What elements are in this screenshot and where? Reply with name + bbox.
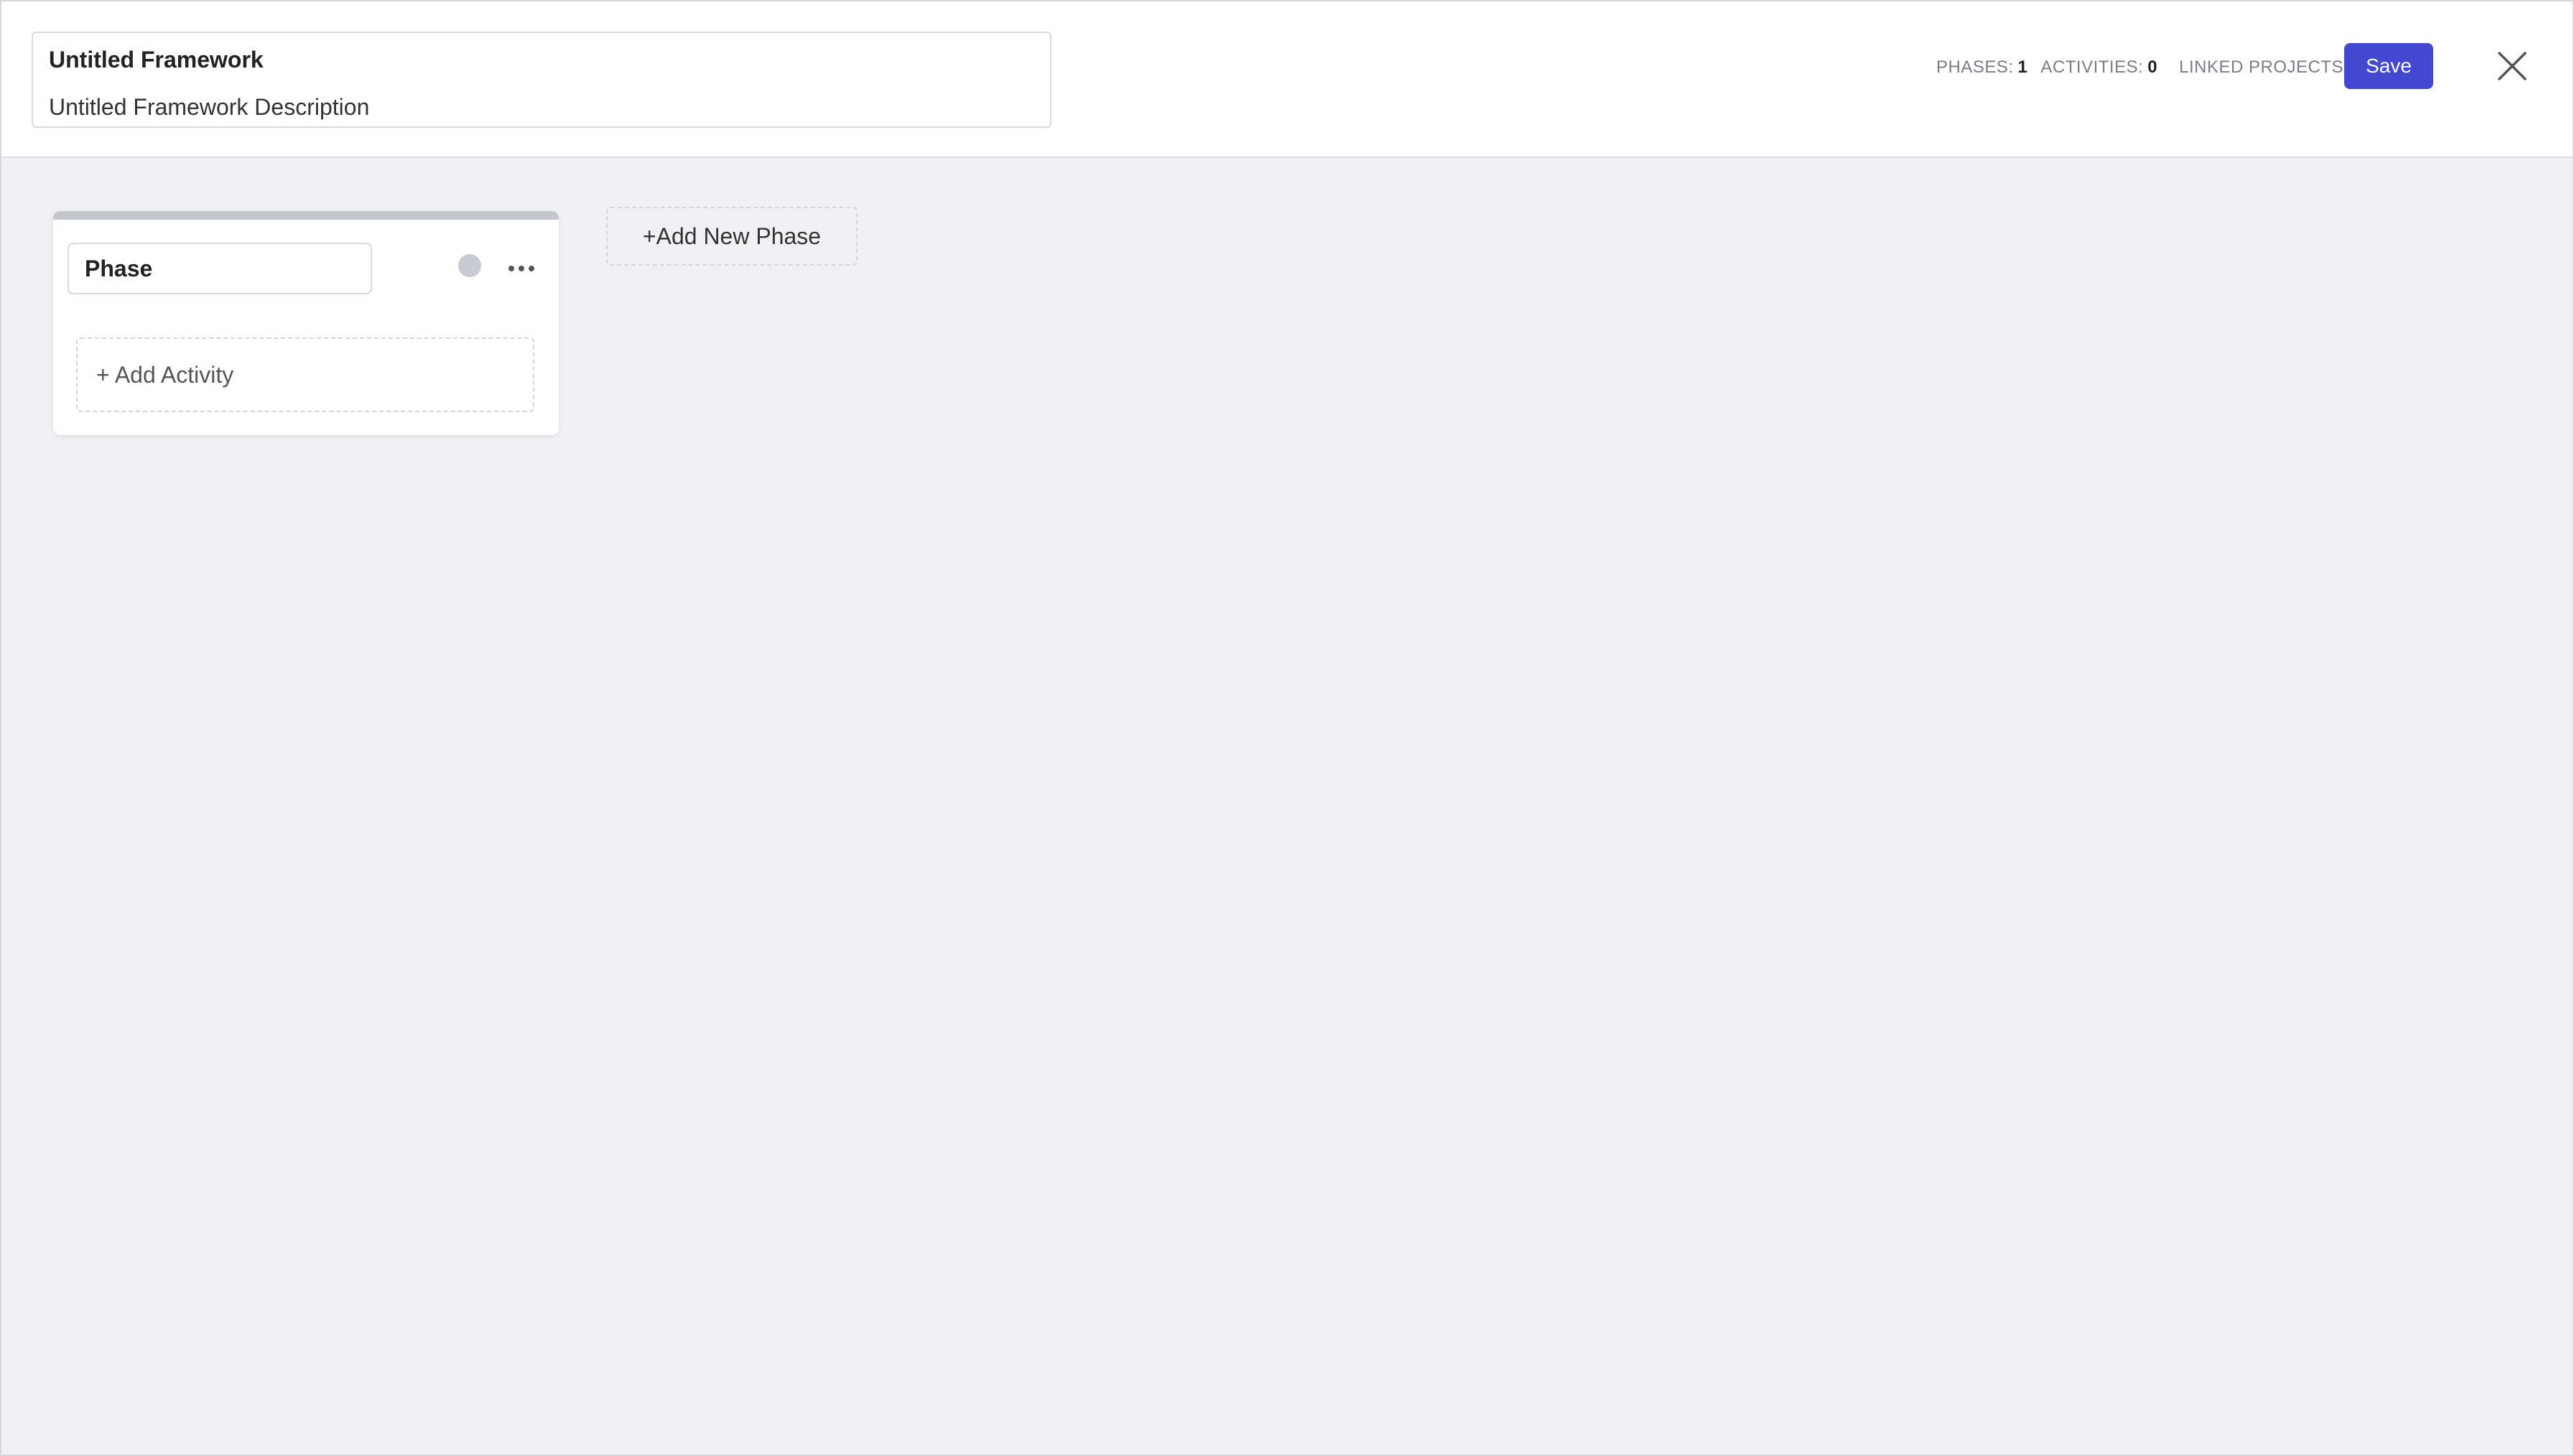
add-new-phase-button[interactable]: +Add New Phase bbox=[606, 207, 858, 266]
stat-linked-projects-label: LINKED PROJECTS: bbox=[2179, 57, 2349, 77]
framework-editor: PHASES:1 ACTIVITIES:0 LINKED PROJECTS:0 … bbox=[0, 0, 2574, 1456]
framework-description-input[interactable] bbox=[49, 90, 1033, 123]
stat-phases-value: 1 bbox=[2017, 57, 2028, 77]
framework-stats: PHASES:1 ACTIVITIES:0 LINKED PROJECTS:0 bbox=[1936, 53, 2363, 82]
framework-title-input[interactable] bbox=[49, 43, 1033, 76]
close-icon bbox=[2498, 52, 2527, 80]
more-horizontal-icon bbox=[508, 266, 534, 271]
stat-phases-label: PHASES: bbox=[1936, 57, 2014, 77]
editor-header: PHASES:1 ACTIVITIES:0 LINKED PROJECTS:0 … bbox=[1, 1, 2573, 158]
close-button[interactable] bbox=[2491, 45, 2534, 88]
phase-color-picker[interactable] bbox=[458, 254, 481, 277]
framework-title-box bbox=[32, 32, 1051, 128]
save-button[interactable]: Save bbox=[2344, 43, 2433, 89]
phase-more-options-button[interactable] bbox=[501, 254, 542, 283]
phase-card: + Add Activity bbox=[53, 211, 559, 435]
add-activity-button[interactable]: + Add Activity bbox=[76, 337, 534, 412]
phase-color-bar bbox=[53, 211, 559, 220]
stat-activities-label: ACTIVITIES: bbox=[2040, 57, 2144, 77]
stat-activities: ACTIVITIES: 0 bbox=[2040, 53, 2157, 82]
phase-name-input[interactable] bbox=[68, 243, 372, 294]
stat-activities-value: 0 bbox=[2147, 57, 2158, 77]
stat-linked-projects: LINKED PROJECTS:0 bbox=[2179, 53, 2363, 82]
stat-phases: PHASES: 1 bbox=[1936, 53, 2027, 82]
